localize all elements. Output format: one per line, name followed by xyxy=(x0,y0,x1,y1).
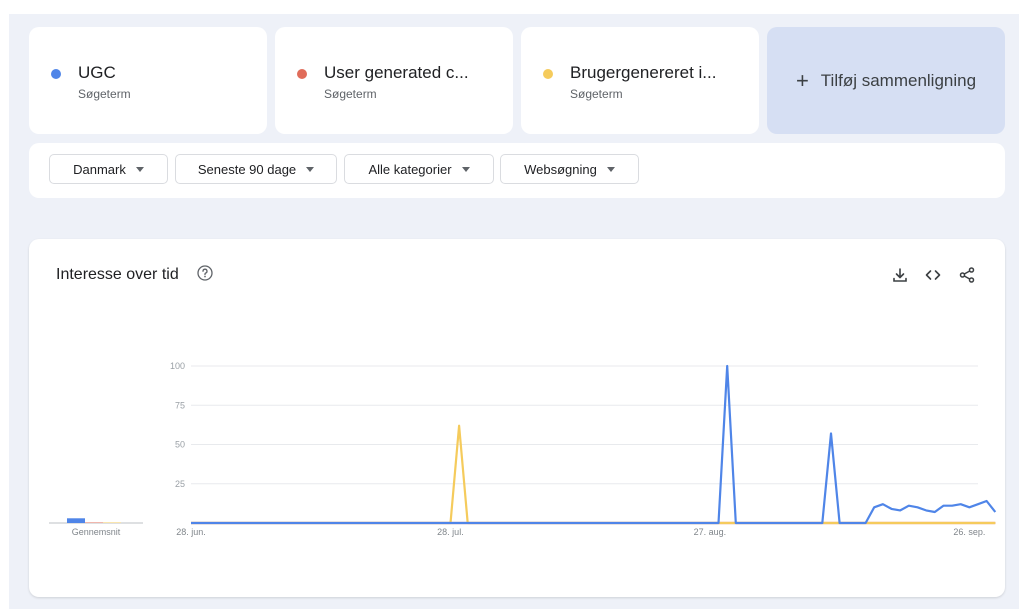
x-tick-label: 27. aug. xyxy=(694,527,727,537)
filters-bar: Danmark Seneste 90 dage Alle kategorier … xyxy=(29,143,1005,198)
x-tick-label: 28. jun. xyxy=(176,527,206,537)
term-type: Søgeterm xyxy=(570,87,623,101)
x-tick-label: 26. sep. xyxy=(953,527,985,537)
filter-time-range[interactable]: Seneste 90 dage xyxy=(175,154,337,184)
y-tick-label: 100 xyxy=(170,361,185,371)
y-tick-label: 25 xyxy=(175,479,185,489)
y-tick-label: 50 xyxy=(175,440,185,450)
average-bar xyxy=(103,522,121,523)
filter-label: Websøgning xyxy=(524,161,597,177)
average-bar xyxy=(85,522,103,523)
term-name: Brugergenereret i... xyxy=(570,63,717,82)
average-bar xyxy=(67,518,85,523)
x-tick-label: 28. jul. xyxy=(437,527,464,537)
dropdown-caret-icon xyxy=(306,166,315,172)
plus-icon: + xyxy=(795,67,809,93)
term-type: Søgeterm xyxy=(78,87,131,101)
dropdown-caret-icon xyxy=(606,166,615,172)
average-label: Gennemsnit xyxy=(72,527,121,537)
term-name: User generated c... xyxy=(324,63,469,82)
term-card-ugc[interactable]: UGC Søgeterm xyxy=(29,27,267,134)
term-color-dot xyxy=(51,69,61,79)
term-color-dot xyxy=(297,69,307,79)
term-name: UGC xyxy=(78,63,116,82)
term-color-dot xyxy=(543,69,553,79)
add-comparison-label: Tilføj sammenligning xyxy=(820,70,977,90)
term-card-user-generated[interactable]: User generated c... Søgeterm xyxy=(275,27,513,134)
dropdown-caret-icon xyxy=(135,166,144,172)
filter-region[interactable]: Danmark xyxy=(49,154,168,184)
filter-search-type[interactable]: Websøgning xyxy=(500,154,639,184)
filter-category[interactable]: Alle kategorier xyxy=(344,154,494,184)
filter-label: Danmark xyxy=(73,161,126,177)
filter-label: Alle kategorier xyxy=(368,161,452,177)
filter-label: Seneste 90 dage xyxy=(197,161,297,177)
interest-chart: 25 50 75 100 28. jun. 28. jul. 27. aug. 26. sep… xyxy=(49,361,997,537)
term-type: Søgeterm xyxy=(324,87,377,101)
add-comparison-button[interactable]: + Tilføj sammenligning xyxy=(767,27,1005,134)
interest-over-time-card: Interesse over tid 25 50 75 100 28. jun. 28. … xyxy=(29,239,1005,597)
dropdown-caret-icon xyxy=(461,166,470,172)
term-card-brugergenereret[interactable]: Brugergenereret i... Søgeterm xyxy=(521,27,759,134)
y-tick-label: 75 xyxy=(175,400,185,410)
